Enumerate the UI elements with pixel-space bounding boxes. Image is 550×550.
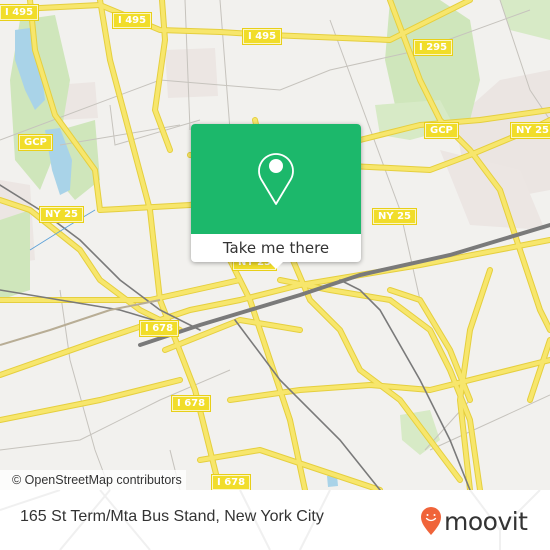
- location-popup: Take me there: [191, 124, 361, 269]
- route-shield-i678: I 678: [172, 396, 211, 411]
- park: [500, 0, 550, 40]
- route-shield-i495: I 495: [243, 29, 282, 44]
- moovit-wordmark: moovit: [444, 506, 528, 536]
- take-me-there-button[interactable]: Take me there: [191, 234, 361, 262]
- route-shield-ny25: NY 25: [373, 209, 417, 224]
- route-shield-i495: I 495: [0, 5, 39, 20]
- stop-name: 165 St Term/Mta Bus Stand, New York City: [20, 508, 324, 525]
- route-shield-gcp: GCP: [19, 135, 52, 150]
- footer: 165 St Term/Mta Bus Stand, New York City…: [0, 490, 550, 550]
- route-shield-ny25: NY 25: [40, 207, 84, 222]
- route-shield-i678: I 678: [140, 321, 179, 336]
- map-pin-icon: [258, 153, 294, 205]
- residential-area: [165, 48, 218, 98]
- route-shield-gcp: GCP: [425, 123, 458, 138]
- popup-pointer: [267, 260, 285, 269]
- moovit-smiley-pin-icon: [421, 507, 441, 535]
- map-view[interactable]: I 495 I 495 I 495 I 295 GCP GCP NY 25 NY…: [0, 0, 550, 490]
- route-shield-i678: I 678: [212, 475, 251, 490]
- route-shield-i495: I 495: [113, 13, 152, 28]
- route-shield-i295: I 295: [414, 40, 453, 55]
- park: [0, 210, 30, 300]
- moovit-logo[interactable]: moovit: [420, 504, 528, 538]
- map-attribution[interactable]: © OpenStreetMap contributors: [0, 470, 186, 490]
- popup-header: [191, 124, 361, 234]
- route-shield-ny25: NY 25: [511, 123, 550, 138]
